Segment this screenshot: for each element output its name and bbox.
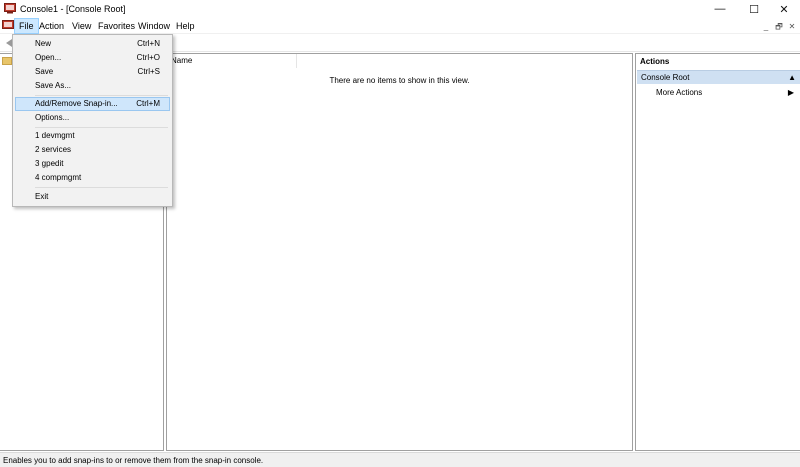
menu-item-label: 1 devmgmt <box>35 131 75 140</box>
actions-title: Actions <box>640 57 670 66</box>
menu-item-new[interactable]: New Ctrl+N <box>15 37 170 51</box>
console-system-menu-icon[interactable] <box>2 20 14 31</box>
menu-item-label: Add/Remove Snap-in... <box>35 99 118 108</box>
menu-item-options[interactable]: Options... <box>15 111 170 125</box>
actions-pane: Actions Console Root ▲ More Actions ▶ <box>635 53 800 451</box>
window-title: Console1 - [Console Root] <box>20 4 126 14</box>
menu-item-open[interactable]: Open... Ctrl+O <box>15 51 170 65</box>
menu-item-label: Options... <box>35 113 70 122</box>
menu-item-label: New <box>35 39 52 48</box>
title-bar: Console1 - [Console Root] — ☐ ✕ <box>0 0 800 18</box>
mdi-restore-button[interactable]: 🗗 <box>773 21 785 32</box>
menu-item-shortcut: Ctrl+S <box>137 67 160 76</box>
menu-item-label: 3 gpedit <box>35 159 64 168</box>
menu-item-recent-4[interactable]: 4 compmgmt <box>15 171 170 185</box>
empty-view-message: There are no items to show in this view. <box>329 76 470 85</box>
actions-section-console-root[interactable]: Console Root ▲ <box>637 70 800 84</box>
close-button[interactable]: ✕ <box>768 0 800 18</box>
menu-separator <box>35 127 168 128</box>
menu-separator <box>35 187 168 188</box>
menu-item-label: Exit <box>35 192 49 201</box>
menu-item-label: Save <box>35 67 54 76</box>
menu-item-label: 4 compmgmt <box>35 173 82 182</box>
menu-item-recent-3[interactable]: 3 gpedit <box>15 157 170 171</box>
menu-item-label: Open... <box>35 53 62 62</box>
menu-item-add-remove-snap-in[interactable]: Add/Remove Snap-in... Ctrl+M <box>15 97 170 111</box>
menu-item-shortcut: Ctrl+N <box>137 39 160 48</box>
menu-item-label: 2 services <box>35 145 72 154</box>
name-column-header[interactable]: Name <box>167 54 297 68</box>
menu-action[interactable]: Action <box>35 18 68 34</box>
menu-item-save[interactable]: Save Ctrl+S <box>15 65 170 79</box>
maximize-button[interactable]: ☐ <box>738 0 770 18</box>
menu-help[interactable]: Help <box>172 18 199 34</box>
empty-column-header <box>297 54 632 68</box>
menu-favorites[interactable]: Favorites <box>94 18 139 34</box>
file-menu-dropdown: New Ctrl+N Open... Ctrl+O Save Ctrl+S Sa… <box>12 34 173 207</box>
status-text: Enables you to add snap-ins to or remove… <box>3 456 264 465</box>
actions-section-label: Console Root <box>641 73 690 82</box>
status-bar: Enables you to add snap-ins to or remove… <box>0 452 800 467</box>
results-pane[interactable]: Name There are no items to show in this … <box>166 53 633 451</box>
mmc-app-icon <box>4 3 16 14</box>
menu-item-shortcut: Ctrl+M <box>136 99 160 108</box>
mdi-minimize-button[interactable]: _ <box>760 21 772 32</box>
menu-window[interactable]: Window <box>134 18 174 34</box>
collapse-icon[interactable]: ▲ <box>788 73 796 82</box>
menu-item-save-as[interactable]: Save As... <box>15 79 170 93</box>
more-actions-link[interactable]: More Actions <box>656 88 702 97</box>
menu-item-label: Save As... <box>35 81 72 90</box>
menu-item-shortcut: Ctrl+O <box>136 53 160 62</box>
menu-item-recent-1[interactable]: 1 devmgmt <box>15 129 170 143</box>
menu-item-recent-2[interactable]: 2 services <box>15 143 170 157</box>
menu-item-exit[interactable]: Exit <box>15 190 170 204</box>
menu-view[interactable]: View <box>68 18 95 34</box>
minimize-button[interactable]: — <box>704 0 736 18</box>
console-root-folder-icon[interactable] <box>2 57 12 65</box>
menu-separator <box>35 95 168 96</box>
mdi-close-button[interactable]: ✕ <box>786 21 798 32</box>
menu-bar: File Action View Favorites Window Help _… <box>0 18 800 34</box>
submenu-arrow-icon[interactable]: ▶ <box>788 88 794 97</box>
